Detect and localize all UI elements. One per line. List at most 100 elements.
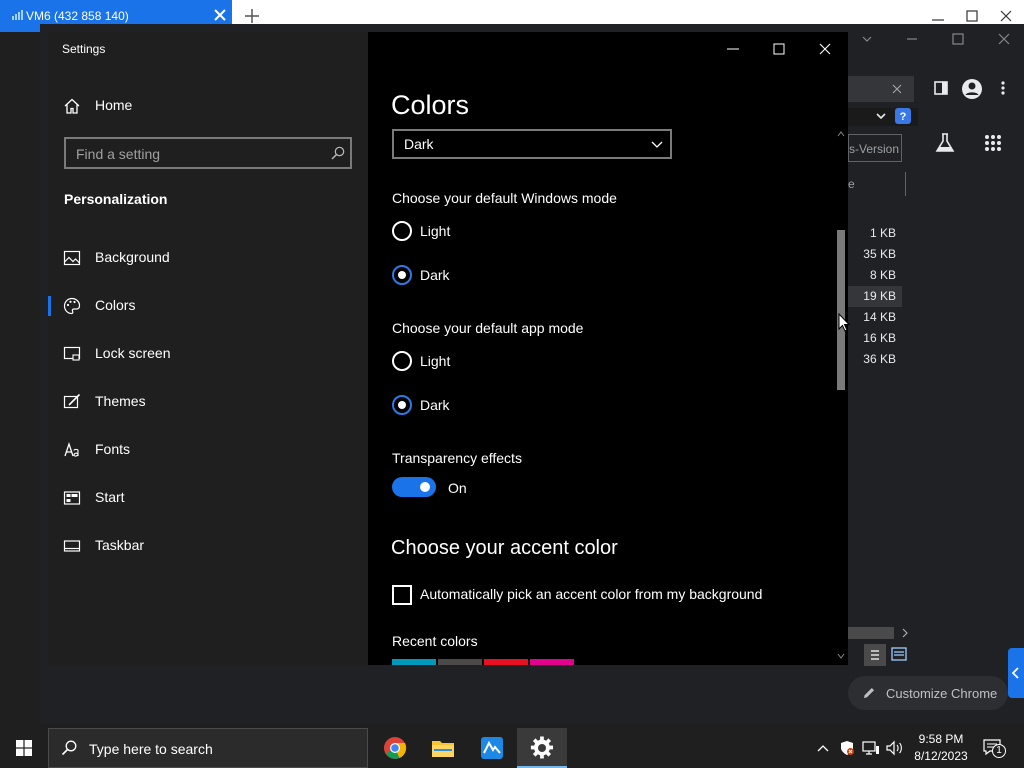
app-mode-light-radio[interactable]: Light [392, 351, 592, 375]
chevron-down-icon[interactable] [860, 32, 874, 46]
file-size: 35 KB [863, 247, 896, 261]
windows-mode-light-radio[interactable]: Light [392, 221, 592, 245]
minimize-icon[interactable] [928, 6, 948, 26]
toggle-knob [420, 482, 430, 492]
recent-colors-label: Recent colors [392, 633, 478, 649]
sidebar-item-label: Colors [95, 297, 136, 313]
sidebar-item-themes[interactable]: Themes [48, 382, 368, 422]
signal-icon [12, 10, 23, 20]
file-size: 19 KB [863, 289, 896, 303]
recent-color-swatch[interactable] [530, 659, 574, 665]
maximize-icon[interactable] [962, 6, 982, 26]
customize-chrome-button[interactable]: Customize Chrome [848, 676, 1008, 710]
maximize-icon[interactable] [951, 32, 965, 46]
color-mode-select[interactable]: Dark [392, 129, 672, 159]
transparency-label: Transparency effects [392, 450, 522, 466]
chevron-up-icon[interactable] [816, 741, 830, 755]
apps-grid-icon[interactable] [984, 134, 1002, 152]
chrome-app-icon[interactable] [383, 736, 407, 760]
taskbar-icon [63, 540, 81, 552]
chevron-down-icon[interactable] [874, 109, 888, 123]
sidebar-item-label: Taskbar [95, 537, 145, 553]
taskbar-settings-button[interactable] [517, 728, 567, 768]
side-panel-toggle[interactable] [1008, 648, 1024, 698]
sidebar-item-lock-screen[interactable]: Lock screen [48, 334, 368, 374]
chrome-tab[interactable] [848, 76, 914, 102]
customize-chrome-label: Customize Chrome [886, 686, 998, 701]
omnibox-field[interactable]: s-Version [848, 134, 902, 162]
close-icon[interactable] [818, 42, 832, 56]
picture-icon [63, 250, 81, 266]
horizontal-scrollbar[interactable] [848, 627, 894, 639]
menu-icon[interactable] [1000, 80, 1006, 96]
start-icon [63, 491, 81, 505]
radio-label: Dark [420, 397, 450, 413]
taskbar-search-box[interactable]: Type here to search [48, 728, 368, 768]
view-list-button[interactable] [864, 644, 886, 666]
vertical-scrollbar[interactable] [834, 130, 848, 665]
pencil-icon [864, 688, 874, 698]
flask-icon[interactable] [934, 132, 956, 154]
accent-heading: Choose your accent color [391, 537, 618, 559]
vm-tab-title: VM6 (432 858 140) [26, 9, 129, 23]
file-size-column: 1 KB 35 KB 8 KB 19 KB 14 KB 16 KB 36 KB [848, 220, 902, 370]
chevron-left-icon [1011, 667, 1019, 679]
settings-sidebar: Settings Home Personalization Background… [48, 32, 368, 665]
maximize-icon[interactable] [772, 42, 786, 56]
minimize-icon[interactable] [726, 42, 740, 56]
find-setting-box[interactable] [64, 137, 352, 169]
scroll-right-icon[interactable] [900, 628, 910, 638]
nav-home-label: Home [95, 97, 133, 113]
new-tab-icon[interactable] [243, 7, 261, 25]
search-icon[interactable] [331, 146, 345, 160]
radio-label: Light [420, 223, 451, 239]
help-icon[interactable]: ? [895, 108, 911, 124]
sidebar-item-label: Fonts [95, 441, 131, 457]
auto-accent-checkbox[interactable] [392, 585, 412, 605]
notification-center-button[interactable]: 1 [982, 738, 1008, 760]
security-shield-icon[interactable] [839, 740, 855, 756]
nav-home[interactable]: Home [48, 86, 368, 126]
sidebar-item-label: Themes [95, 393, 146, 409]
app-mode-dark-radio[interactable]: Dark [392, 395, 592, 419]
recent-color-swatch[interactable] [484, 659, 528, 665]
clock-date[interactable]: 8/12/2023 [909, 749, 973, 763]
file-explorer-icon[interactable] [431, 737, 455, 759]
find-setting-input[interactable] [74, 144, 314, 164]
omnibox-text: s-Version [849, 142, 900, 156]
close-icon[interactable] [996, 6, 1016, 26]
transparency-toggle[interactable] [392, 477, 436, 497]
section-title: Personalization [64, 191, 168, 207]
close-tab-icon[interactable] [211, 6, 229, 24]
sidebar-item-fonts[interactable]: Fonts [48, 430, 368, 470]
radio-circle [392, 395, 412, 415]
recent-color-swatch[interactable] [392, 659, 436, 665]
close-icon[interactable] [892, 84, 902, 94]
preview-pane-icon[interactable] [891, 647, 907, 661]
mouse-cursor-icon [838, 313, 850, 332]
settings-window: Settings Home Personalization Background… [48, 32, 848, 665]
side-panel-icon[interactable] [934, 80, 948, 96]
sidebar-item-label: Start [95, 489, 125, 505]
volume-icon[interactable] [886, 740, 904, 756]
sidebar-item-colors[interactable]: Colors [48, 286, 368, 326]
close-icon[interactable] [997, 32, 1011, 46]
scroll-up-icon[interactable] [837, 130, 845, 138]
sidebar-item-start[interactable]: Start [48, 478, 368, 518]
palette-icon [63, 297, 81, 315]
network-icon[interactable] [862, 740, 880, 756]
windows-mode-dark-radio[interactable]: Dark [392, 265, 592, 289]
gear-icon [530, 736, 553, 759]
profile-icon[interactable] [961, 78, 983, 100]
transparency-state: On [448, 480, 467, 496]
sidebar-item-background[interactable]: Background [48, 238, 368, 278]
recent-color-swatch[interactable] [438, 659, 482, 665]
app-icon[interactable] [480, 736, 504, 760]
scroll-down-icon[interactable] [837, 652, 845, 660]
minimize-icon[interactable] [905, 32, 919, 46]
sidebar-item-label: Lock screen [95, 345, 171, 361]
sidebar-item-taskbar[interactable]: Taskbar [48, 526, 368, 566]
windows-start-icon[interactable] [16, 740, 32, 756]
clock-time[interactable]: 9:58 PM [913, 732, 969, 746]
scrollbar-thumb[interactable] [837, 230, 845, 390]
